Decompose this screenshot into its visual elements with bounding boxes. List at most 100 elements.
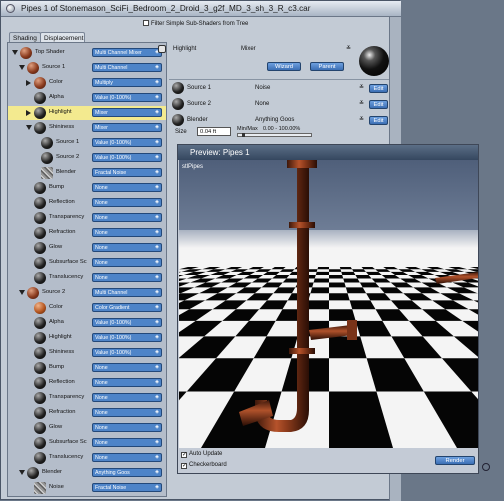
tree-row[interactable]: TranslucencyNone [8,451,167,465]
tree-row[interactable]: GlowNone [8,421,167,435]
tree-item-label: Transparency [49,394,84,400]
tree-row[interactable]: ReflectionNone [8,196,167,210]
shader-type-dropdown[interactable]: Value (0-100%) [92,153,162,162]
shader-type-dropdown[interactable]: Anything Goos [92,468,162,477]
slider-handle[interactable] [242,133,245,137]
close-icon[interactable] [6,4,15,13]
tree-row[interactable]: Source 1Multi Channel [8,61,167,75]
auto-update-checkbox[interactable]: ✓ [181,452,187,458]
tree-row[interactable]: Subsurface ScNone [8,436,167,450]
tree-row[interactable]: BlenderFractal Noise [8,166,167,180]
checkerboard-option[interactable]: ✓Checkerboard [181,462,227,469]
tree-row[interactable]: Subsurface Sc None [8,256,167,270]
shader-type-dropdown[interactable]: Multi Channel [92,288,162,297]
shader-type-dropdown[interactable]: Value (0-100%) [92,348,162,357]
shader-type-dropdown[interactable]: Color Gradient [92,303,162,312]
chevron-down-icon[interactable]: ≚ [346,45,351,52]
tree-row[interactable]: ShininessMixer [8,121,167,135]
tree-row[interactable]: Alpha Value (0-100%) [8,91,167,105]
shader-type-dropdown[interactable]: Multi Channel Mixer [92,48,162,57]
checkerboard-checkbox[interactable]: ✓ [181,463,187,469]
shader-type-dropdown[interactable]: None [92,438,162,447]
collapse-down-icon[interactable] [26,125,32,130]
shader-ball-icon [34,362,46,374]
chevron-down-icon[interactable]: ≚ [359,100,364,107]
tree-item-label: Alpha [49,319,64,325]
title-bar[interactable]: Pipes 1 of Stonemason_SciFi_Bedroom_2_Dr… [1,1,401,17]
edit-button[interactable]: Edit [369,116,388,125]
parent-button[interactable]: Parent [310,62,344,71]
edit-button[interactable]: Edit [369,100,388,109]
resize-grip-icon[interactable] [482,463,490,471]
shader-type-dropdown[interactable]: Fractal Noise [92,168,162,177]
tree-row[interactable]: Source 2Multi Channel [8,286,167,300]
shader-type-dropdown[interactable]: None [92,258,162,267]
render-button[interactable]: Render [435,456,475,465]
tree-row[interactable]: GlowNone [8,241,167,255]
shader-type-dropdown[interactable]: Value (0-100%) [92,138,162,147]
tree-row[interactable]: Transparency None [8,391,167,405]
tree-row[interactable]: Top ShaderMulti Channel Mixer [8,46,167,60]
shader-type-dropdown[interactable]: Fractal Noise [92,483,162,492]
tree-row[interactable]: RefractionNone [8,226,167,240]
tree-item-label: Alpha [49,94,64,100]
tree-row[interactable]: ReflectionNone [8,376,167,390]
shader-type-dropdown[interactable]: Value (0-100%) [92,333,162,342]
expand-right-icon[interactable] [26,110,31,116]
wizard-button[interactable]: Wizard [267,62,301,71]
shader-type-dropdown[interactable]: None [92,213,162,222]
tree-row[interactable]: HighlightMixer [8,106,167,120]
tree-row[interactable]: Source 2Value (0-100%) [8,151,167,165]
tree-row[interactable]: BumpNone [8,181,167,195]
edit-button[interactable]: Edit [369,84,388,93]
shader-type-dropdown[interactable]: None [92,423,162,432]
shader-type-dropdown[interactable]: None [92,183,162,192]
tree-row[interactable]: ColorMultiply [8,76,167,90]
expand-right-icon[interactable] [26,80,31,86]
shader-ball-icon [34,212,46,224]
tree-row[interactable]: ColorColor Gradient [8,301,167,315]
tree-row[interactable]: BlenderAnything Goos [8,466,167,480]
collapse-down-icon[interactable] [19,290,25,295]
collapse-down-icon[interactable] [19,65,25,70]
auto-update-option[interactable]: ✓Auto Update [181,451,222,458]
shader-type-dropdown[interactable]: Value (0-100%) [92,93,162,102]
shader-type-dropdown[interactable]: Multi Channel [92,63,162,72]
tree-row[interactable]: TranslucencyNone [8,271,167,285]
collapse-down-icon[interactable] [19,470,25,475]
tree-row[interactable]: TransparencyNone [8,211,167,225]
tree-item-label: Highlight [49,334,72,340]
tree-row[interactable]: Source 1Value (0-100%) [8,136,167,150]
shader-type-dropdown[interactable]: None [92,453,162,462]
tree-row[interactable]: NoiseFractal Noise [8,481,167,495]
shader-type-dropdown[interactable]: None [92,273,162,282]
tree-item-label: Subsurface Sc [49,259,87,265]
tree-row[interactable]: ShininessValue (0-100%) [8,346,167,360]
filter-checkbox[interactable] [143,20,149,26]
shader-type-dropdown[interactable]: None [92,228,162,237]
tree-row[interactable]: Alpha Value (0-100%) [8,316,167,330]
checkerboard-label: Checkerboard [189,462,227,468]
tree-row[interactable]: RefractionNone [8,406,167,420]
minmax-slider[interactable] [237,133,312,137]
shader-type-dropdown[interactable]: Mixer [92,108,162,117]
collapse-down-icon[interactable] [12,50,18,55]
shader-type-dropdown[interactable]: None [92,243,162,252]
shader-type-dropdown[interactable]: None [92,378,162,387]
shader-type-dropdown[interactable]: None [92,393,162,402]
shader-type-dropdown[interactable]: None [92,363,162,372]
tree-row[interactable]: BumpNone [8,361,167,375]
shader-type-dropdown[interactable]: None [92,198,162,207]
chevron-down-icon[interactable]: ≚ [359,84,364,91]
shader-type-dropdown[interactable]: Value (0-100%) [92,318,162,327]
filter-option[interactable]: Filter Simple Sub-Shaders from Tree [143,20,248,27]
detail-row: Source 2None≚Edit [171,97,389,111]
size-field[interactable]: 0.04 ft [197,127,231,136]
shader-tree-menu-icon[interactable] [158,45,166,53]
preview-title[interactable]: Preview: Pipes 1 [178,145,478,160]
shader-type-dropdown[interactable]: None [92,408,162,417]
chevron-down-icon[interactable]: ≚ [359,116,364,123]
shader-type-dropdown[interactable]: Multiply [92,78,162,87]
shader-type-dropdown[interactable]: Mixer [92,123,162,132]
tree-row[interactable]: Highlight Value (0-100%) [8,331,167,345]
